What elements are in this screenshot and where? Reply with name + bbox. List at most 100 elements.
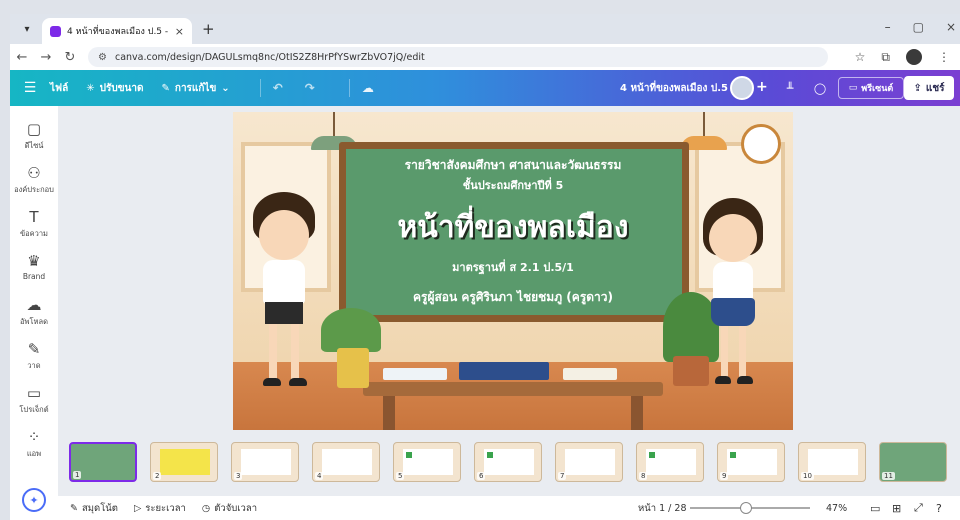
browser-menu-icon[interactable]: ⋮ <box>938 50 950 64</box>
grade-line[interactable]: ชั้นประถมศึกษาปีที่ 5 <box>233 176 793 194</box>
add-collaborator-icon[interactable]: + <box>756 79 768 95</box>
desk-leg <box>383 396 395 430</box>
draw-icon: ✎ <box>27 340 41 358</box>
page-number: 3 <box>234 472 243 480</box>
duration-icon: ▷ <box>133 502 142 514</box>
slide-canvas[interactable]: รายวิชาสังคมศึกษา ศาสนาและวัฒนธรรม ชั้นป… <box>233 112 793 430</box>
upload-icon: ☁ <box>26 296 42 314</box>
hamburger-menu-icon[interactable]: ☰ <box>10 80 50 96</box>
profile-avatar-icon[interactable] <box>906 49 922 65</box>
page-view-icon[interactable]: ▭ <box>870 502 880 515</box>
redo-icon[interactable]: ↷ <box>305 81 315 95</box>
browser-tab[interactable]: 4 หน้าที่ของพลเมือง ป.5 - พรีเซนเ... × <box>42 18 192 44</box>
back-icon[interactable]: ← <box>10 50 34 65</box>
minimize-button[interactable]: – <box>885 20 891 34</box>
pot-left <box>337 348 369 388</box>
present-button[interactable]: ▭ พรีเซนต์ <box>838 77 904 99</box>
sidebar-item-brand[interactable]: ♛ Brand <box>10 252 58 281</box>
page-thumbnail[interactable]: 4 <box>312 442 380 482</box>
window-controls: – ▢ × <box>885 20 956 34</box>
bottom-status-bar: ✎ สมุดโน้ต ▷ ระยะเวลา ◷ ตัวจับเวลา หน้า … <box>58 496 960 520</box>
sidebar-item-projects[interactable]: ▭ โปรเจ็กต์ <box>10 384 58 416</box>
maximize-button[interactable]: ▢ <box>913 20 924 34</box>
tab-title: 4 หน้าที่ของพลเมือง ป.5 - พรีเซนเ... <box>67 27 169 37</box>
notes-label: สมุดโน้ต <box>81 502 118 514</box>
extensions-icon[interactable]: ⧉ <box>881 50 890 65</box>
projects-icon: ▭ <box>26 384 42 402</box>
sidebar-item-elements[interactable]: ⚇ องค์ประกอบ <box>10 164 58 196</box>
zoom-level[interactable]: 47% <box>826 503 847 514</box>
page-thumbnail[interactable]: 11 <box>879 442 947 482</box>
editing-mode-dropdown[interactable]: ✎ การแก้ไข ⌄ <box>162 81 230 96</box>
desk-leg <box>631 396 643 430</box>
document-title[interactable]: 4 หน้าที่ของพลเมือง ป.5 <box>620 81 728 96</box>
duration-label: ระยะเวลา <box>145 502 186 514</box>
comment-icon[interactable]: ◯ <box>808 77 832 99</box>
help-icon[interactable]: ? <box>936 502 942 515</box>
open-book <box>383 368 447 380</box>
bookmark-star-icon[interactable]: ☆ <box>855 50 866 64</box>
tab-search-icon[interactable]: ▾ <box>16 18 38 40</box>
cloud-save-icon[interactable]: ☁ <box>362 81 374 95</box>
sidebar-item-label: แอพ <box>26 449 42 458</box>
share-button[interactable]: ⇪ แชร์ <box>904 76 954 100</box>
timer-label: ตัวจับเวลา <box>214 502 258 514</box>
site-info-icon[interactable]: ⚙ <box>98 52 107 63</box>
lamp-cord <box>703 112 705 138</box>
undo-icon[interactable]: ↶ <box>273 81 283 95</box>
text-icon: T <box>29 208 39 226</box>
notes-button[interactable]: ✎ สมุดโน้ต <box>70 501 118 516</box>
url-field[interactable]: ⚙ canva.com/design/DAGULsmq8nc/OtIS2Z8Hr… <box>88 47 828 67</box>
subject-line[interactable]: รายวิชาสังคมศึกษา ศาสนาและวัฒนธรรม <box>233 156 793 175</box>
reload-icon[interactable]: ↻ <box>58 50 82 65</box>
page-thumbnail[interactable]: 6 <box>474 442 542 482</box>
sidebar-item-label: วาด <box>27 361 41 370</box>
zoom-slider[interactable] <box>690 502 810 514</box>
pot-right <box>673 356 709 386</box>
editing-label: การแก้ไข <box>174 82 217 94</box>
tab-close-icon[interactable]: × <box>175 25 184 38</box>
forward-icon[interactable]: → <box>34 50 58 65</box>
file-menu[interactable]: ไฟล์ <box>50 81 68 96</box>
new-tab-button[interactable]: + <box>202 20 215 38</box>
address-bar-row: ← → ↻ ⚙ canva.com/design/DAGULsmq8nc/OtI… <box>10 44 960 70</box>
standard-line[interactable]: มาตรฐานที่ ส 2.1 ป.5/1 <box>233 258 793 276</box>
duration-button[interactable]: ▷ ระยะเวลา <box>134 501 186 516</box>
close-window-button[interactable]: × <box>946 20 956 34</box>
timer-button[interactable]: ◷ ตัวจับเวลา <box>202 501 257 516</box>
zoom-slider-handle[interactable] <box>740 502 752 514</box>
page-number: 11 <box>882 472 895 480</box>
present-icon: ▭ <box>848 83 858 93</box>
page-number: 6 <box>477 472 486 480</box>
page-thumbnail[interactable]: 8 <box>636 442 704 482</box>
page-thumbnail[interactable]: 5 <box>393 442 461 482</box>
sidebar-item-label: ดีไซน์ <box>24 141 44 150</box>
sidebar-item-upload[interactable]: ☁ อัพโหลด <box>10 296 58 328</box>
sidebar-item-design[interactable]: ▢ ดีไซน์ <box>10 120 58 152</box>
magic-assistant-button[interactable]: ✦ <box>22 488 46 512</box>
canvas-workspace: รายวิชาสังคมศึกษา ศาสนาและวัฒนธรรม ชั้นป… <box>58 106 960 496</box>
sidebar-item-label: อัพโหลด <box>20 317 48 326</box>
resize-button[interactable]: ✳ ปรับขนาด <box>86 81 143 96</box>
sidebar-item-apps[interactable]: ⁘ แอพ <box>10 428 58 460</box>
sidebar-item-label: องค์ประกอบ <box>14 185 54 194</box>
insights-icon[interactable]: ╨ <box>778 77 802 99</box>
page-thumbnail[interactable]: 3 <box>231 442 299 482</box>
resize-sparkle-icon: ✳ <box>86 82 95 94</box>
page-thumbnail[interactable]: 10 <box>798 442 866 482</box>
page-thumbnail[interactable]: 7 <box>555 442 623 482</box>
sidebar-item-draw[interactable]: ✎ วาด <box>10 340 58 372</box>
page-number: 9 <box>720 472 729 480</box>
header-divider <box>348 79 350 97</box>
page-thumbnail[interactable]: 9 <box>717 442 785 482</box>
page-number: 4 <box>315 472 324 480</box>
grid-view-icon[interactable]: ⊞ <box>892 502 901 515</box>
page-thumbnail[interactable]: 1 <box>69 442 137 482</box>
page-thumbnail[interactable]: 2 <box>150 442 218 482</box>
page-indicator[interactable]: หน้า 1 / 28 <box>638 501 686 516</box>
fullscreen-icon[interactable]: ⤢ <box>914 501 923 515</box>
collaborator-avatar[interactable] <box>730 76 754 100</box>
screen: ▾ 4 หน้าที่ของพลเมือง ป.5 - พรีเซนเ... ×… <box>0 0 960 520</box>
sidebar-item-label: Brand <box>22 272 46 281</box>
sidebar-item-text[interactable]: T ข้อความ <box>10 208 58 240</box>
